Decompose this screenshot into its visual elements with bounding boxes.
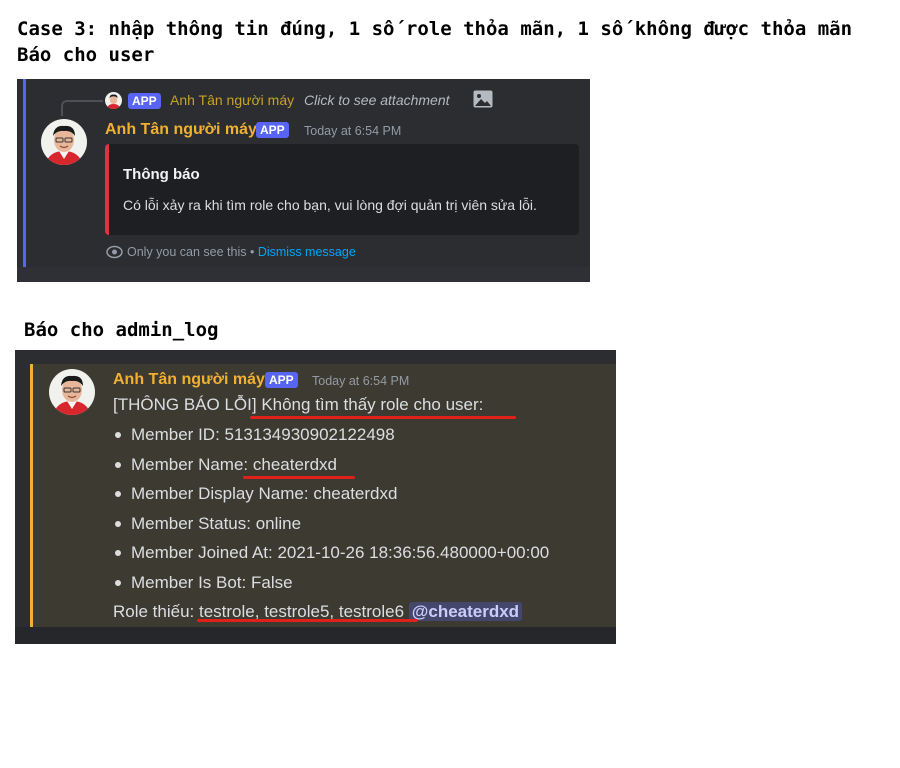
bullet-dot	[115, 580, 121, 586]
bullet-dot	[115, 521, 121, 527]
bot-avatar[interactable]	[41, 119, 87, 165]
annotation-underline	[243, 476, 355, 479]
admin-log-heading: Báo cho admin_log	[24, 319, 219, 341]
list-item: Member ID: 513134930902122498	[131, 425, 395, 444]
ephemeral-text: Only you can see this	[127, 245, 247, 259]
bullet-dot	[115, 550, 121, 556]
admin-log-panel: Anh Tân người máy APP Today at 6:54 PM […	[15, 350, 616, 644]
reply-attachment-link[interactable]: Click to see attachment	[304, 92, 450, 108]
separator-dot: •	[246, 245, 258, 259]
reply-bot-name[interactable]: Anh Tân người máy	[170, 92, 294, 108]
bot-author-name[interactable]: Anh Tân người máy	[113, 371, 265, 389]
list-item: Member Name: cheaterdxd	[131, 455, 337, 474]
user-message-panel: APP Anh Tân người máy Click to see attac…	[17, 79, 590, 282]
reply-app-badge: APP	[128, 93, 161, 109]
user-mention[interactable]: @cheaterdxd	[408, 602, 523, 621]
list-item: Member Is Bot: False	[131, 573, 293, 592]
eye-icon	[106, 245, 123, 259]
app-badge: APP	[265, 372, 298, 388]
annotation-underline	[250, 416, 516, 419]
error-embed: Thông báo Có lỗi xảy ra khi tìm role cho…	[105, 144, 579, 235]
role-missing-label: Role thiếu:	[113, 602, 199, 621]
dismiss-message-link[interactable]: Dismiss message	[258, 245, 356, 259]
error-message: Không tìm thấy role cho user:	[261, 395, 484, 414]
bullet-dot	[115, 462, 121, 468]
list-item: Member Status: online	[131, 514, 302, 533]
list-item: Member Joined At: 2021-10-26 18:36:56.48…	[131, 543, 550, 562]
list-item: Member Display Name: cheaterdxd	[131, 484, 398, 503]
bullet-dot	[115, 491, 121, 497]
image-icon[interactable]	[473, 90, 493, 108]
panel-bottom-bar	[15, 627, 616, 644]
ephemeral-notice: Only you can see this • Dismiss message	[127, 245, 356, 259]
horizontal-scroll-track	[17, 267, 590, 282]
bullet-dot	[115, 432, 121, 438]
user-report-heading: Báo cho user	[17, 44, 155, 66]
reply-avatar[interactable]	[105, 92, 122, 109]
case-heading: Case 3: nhập thông tin đúng, 1 số role t…	[17, 18, 853, 40]
error-line: [THÔNG BÁO LỖI] Không tìm thấy role cho …	[113, 394, 483, 416]
bot-author-name[interactable]: Anh Tân người máy	[105, 121, 257, 139]
reply-connector-line	[61, 100, 103, 116]
bot-avatar[interactable]	[49, 369, 95, 415]
app-badge: APP	[256, 122, 289, 138]
message-timestamp: Today at 6:54 PM	[304, 124, 402, 138]
mention-accent-bar	[30, 364, 33, 627]
message-timestamp: Today at 6:54 PM	[312, 374, 410, 388]
embed-title: Thông báo	[123, 166, 200, 183]
annotation-underline	[197, 619, 418, 622]
error-prefix: [THÔNG BÁO LỖI]	[113, 395, 262, 414]
highlight-accent-bar	[23, 79, 26, 267]
embed-description: Có lỗi xảy ra khi tìm role cho bạn, vui …	[123, 197, 537, 213]
